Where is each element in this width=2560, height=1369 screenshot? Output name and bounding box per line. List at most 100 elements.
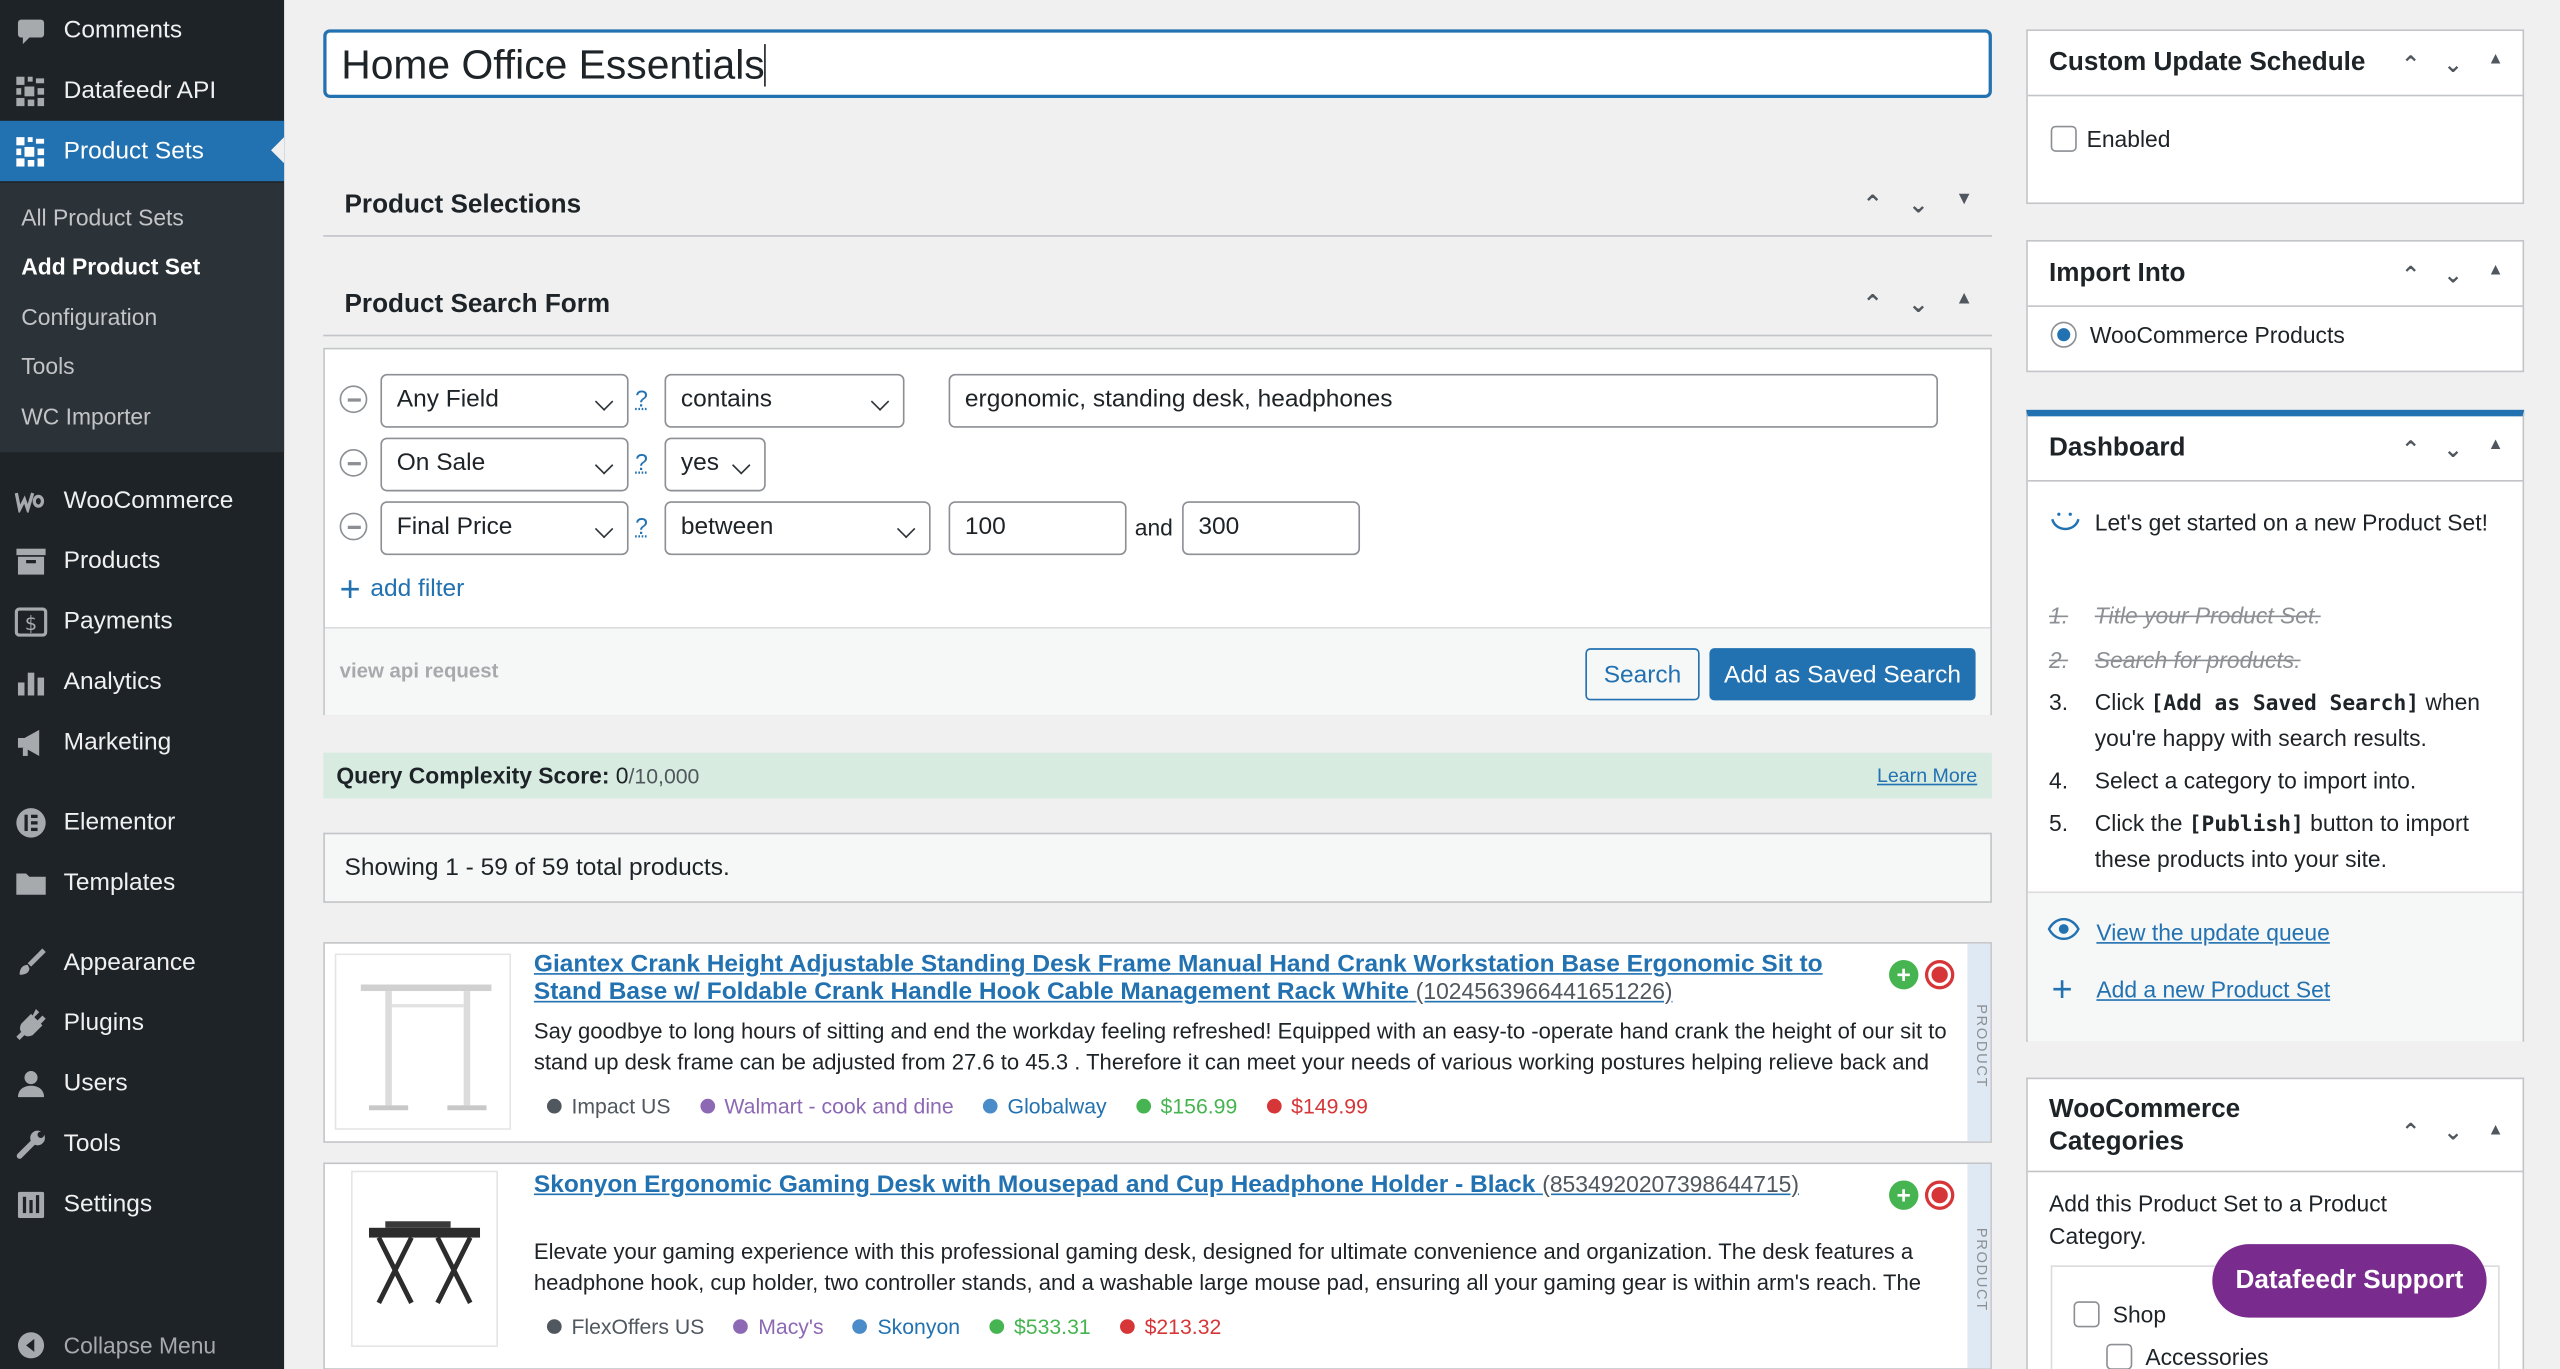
add-product-icon[interactable]: +: [1889, 1180, 1919, 1210]
on-sale-select[interactable]: yes: [664, 437, 766, 492]
import-into-header[interactable]: Import Into ⌃ ⌄ ▲: [2027, 242, 2523, 307]
learn-more-link[interactable]: Learn More: [1877, 764, 1977, 787]
remove-filter-icon[interactable]: [339, 385, 368, 414]
product-image[interactable]: [351, 1170, 498, 1347]
box-title: Product Search Form: [344, 290, 611, 319]
dashboard-header[interactable]: Dashboard ⌃ ⌄ ▲: [2027, 416, 2523, 482]
help-link[interactable]: ?: [635, 385, 648, 411]
block-product-icon[interactable]: [1924, 1180, 1955, 1210]
box-title: Custom Update Schedule: [2049, 48, 2366, 77]
menu-woocommerce[interactable]: WooCommerce: [0, 470, 284, 530]
move-down-icon[interactable]: ⌄: [1904, 289, 1933, 319]
category-shop[interactable]: Shop: [2073, 1301, 2166, 1328]
toggle-icon[interactable]: ▲: [2482, 51, 2510, 79]
view-queue-link[interactable]: View the update queue: [2047, 917, 2330, 946]
operator-select[interactable]: between: [664, 501, 931, 556]
product-set-title-input[interactable]: Home Office Essentials: [323, 29, 1992, 98]
move-up-icon[interactable]: ⌃: [2397, 51, 2425, 79]
menu-appearance[interactable]: Appearance: [0, 932, 284, 992]
toggle-icon[interactable]: ▲: [1949, 289, 1978, 318]
menu-payments[interactable]: $ Payments: [0, 591, 284, 651]
menu-product-sets[interactable]: Product Sets: [0, 120, 285, 182]
toggle-icon[interactable]: ▲: [2482, 1115, 2510, 1148]
collapse-label: Collapse Menu: [63, 1331, 217, 1358]
submenu-add-product-set[interactable]: Add Product Set: [21, 253, 200, 279]
select-value: On Sale: [396, 448, 486, 477]
categories-header[interactable]: WooCommerce Categories ⌃ ⌄ ▲: [2027, 1079, 2523, 1173]
max-price-input[interactable]: 300: [1182, 501, 1361, 556]
menu-analytics[interactable]: Analytics: [0, 651, 284, 711]
product-title: Skonyon Ergonomic Gaming Desk with Mouse…: [533, 1170, 1536, 1199]
remove-filter-icon[interactable]: [339, 512, 368, 541]
menu-label: Tools: [63, 1129, 121, 1158]
product-description: Say goodbye to long hours of sitting and…: [533, 1018, 1947, 1075]
product-id: (8534920207398644715): [1542, 1170, 1800, 1197]
input-value: 100: [964, 512, 1006, 541]
toggle-icon[interactable]: ▲: [2482, 261, 2510, 289]
menu-tools[interactable]: Tools: [0, 1114, 284, 1174]
move-up-icon[interactable]: ⌃: [1858, 289, 1887, 319]
keyword-input[interactable]: ergonomic, standing desk, headphones: [948, 373, 1939, 428]
update-schedule-header[interactable]: Custom Update Schedule ⌃ ⌄ ▲: [2027, 31, 2523, 97]
help-link[interactable]: ?: [635, 513, 648, 539]
search-button[interactable]: Search: [1585, 648, 1700, 701]
move-down-icon[interactable]: ⌄: [2439, 261, 2467, 289]
datafeedr-support-button[interactable]: Datafeedr Support: [2212, 1244, 2487, 1318]
search-form-header[interactable]: Product Search Form ⌃ ⌄ ▲: [323, 274, 1992, 337]
menu-products[interactable]: Products: [0, 531, 284, 591]
add-saved-search-button[interactable]: Add as Saved Search: [1709, 648, 1976, 701]
radio-button[interactable]: [2050, 321, 2077, 348]
add-product-icon[interactable]: +: [1889, 960, 1919, 990]
field-select[interactable]: Final Price: [380, 501, 629, 556]
submenu-configuration[interactable]: Configuration: [21, 304, 157, 330]
plus-icon: +: [2051, 968, 2073, 1010]
block-product-icon[interactable]: [1924, 960, 1955, 990]
move-down-icon[interactable]: ⌄: [2439, 51, 2467, 79]
menu-marketing[interactable]: Marketing: [0, 712, 284, 772]
woocommerce-products-radio-row[interactable]: WooCommerce Products: [2050, 321, 2345, 348]
add-filter-link[interactable]: + add filter: [340, 570, 465, 606]
move-up-icon[interactable]: ⌃: [2397, 1115, 2425, 1148]
menu-settings[interactable]: Settings: [0, 1174, 284, 1234]
enabled-checkbox[interactable]: [2050, 125, 2077, 152]
min-price-input[interactable]: 100: [948, 501, 1127, 556]
move-up-icon[interactable]: ⌃: [1858, 189, 1887, 219]
move-down-icon[interactable]: ⌄: [2439, 436, 2467, 464]
operator-select[interactable]: contains: [664, 373, 905, 428]
product-image[interactable]: [334, 953, 512, 1130]
remove-filter-icon[interactable]: [339, 448, 368, 477]
step-2: 2. Search for products.: [2049, 646, 2301, 673]
query-complexity-notice: Query Complexity Score: 0/10,000 Learn M…: [323, 752, 1992, 799]
menu-templates[interactable]: Templates: [0, 852, 284, 912]
category-checkbox[interactable]: [2073, 1301, 2100, 1328]
menu-comments[interactable]: Comments: [0, 0, 284, 60]
category-checkbox[interactable]: [2106, 1343, 2133, 1369]
submenu-wc-importer[interactable]: WC Importer: [21, 403, 151, 429]
menu-plugins[interactable]: Plugins: [0, 993, 284, 1053]
menu-elementor[interactable]: Elementor: [0, 792, 284, 852]
add-new-set-link[interactable]: + Add a new Product Set: [2047, 968, 2331, 1010]
intro-text: Let's get started on a new Product Set!: [2094, 509, 2488, 536]
menu-datafeedr-api[interactable]: Datafeedr API: [0, 60, 284, 120]
toggle-icon[interactable]: ▼: [1949, 189, 1978, 218]
product-title-link[interactable]: Giantex Crank Height Adjustable Standing…: [534, 950, 1866, 1006]
field-select[interactable]: On Sale: [380, 437, 629, 492]
help-link[interactable]: ?: [635, 449, 648, 475]
menu-users[interactable]: Users: [0, 1053, 284, 1113]
move-up-icon[interactable]: ⌃: [2397, 436, 2425, 464]
enabled-checkbox-row[interactable]: Enabled: [2050, 125, 2170, 152]
product-title-link[interactable]: Skonyon Ergonomic Gaming Desk with Mouse…: [534, 1171, 1866, 1199]
toggle-icon[interactable]: ▲: [2482, 436, 2510, 464]
submenu-all-product-sets[interactable]: All Product Sets: [21, 204, 184, 230]
view-api-request-link[interactable]: view api request: [340, 660, 499, 683]
move-down-icon[interactable]: ⌄: [1904, 189, 1933, 219]
move-down-icon[interactable]: ⌄: [2439, 1115, 2467, 1148]
category-accessories[interactable]: Accessories: [2106, 1343, 2269, 1369]
menu-label: Datafeedr API: [63, 76, 217, 105]
collapse-menu[interactable]: Collapse Menu: [0, 1314, 284, 1369]
submenu-tools[interactable]: Tools: [21, 353, 74, 379]
dashboard-intro: Let's get started on a new Product Set!: [2049, 506, 2500, 540]
product-selections-header[interactable]: Product Selections ⌃ ⌄ ▼: [323, 175, 1992, 237]
field-select[interactable]: Any Field: [380, 373, 629, 428]
move-up-icon[interactable]: ⌃: [2397, 261, 2425, 289]
